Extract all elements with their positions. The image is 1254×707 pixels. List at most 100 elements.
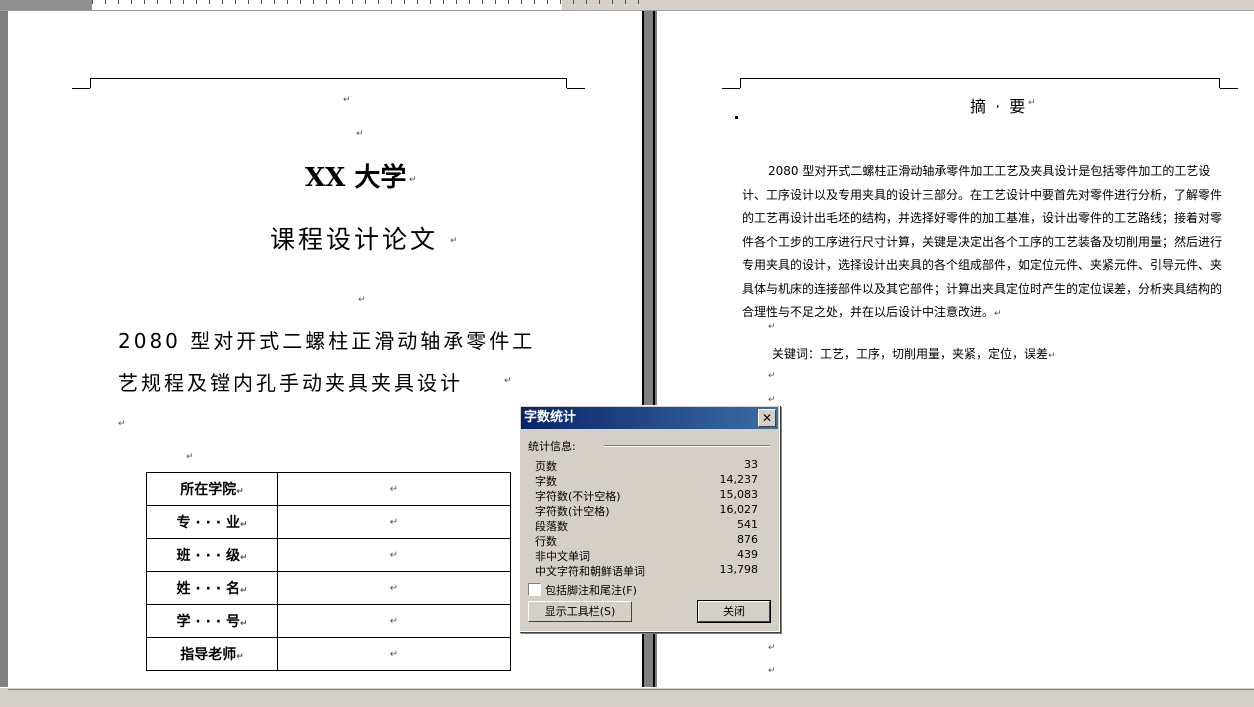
header-line bbox=[567, 88, 585, 89]
ruler-tick bbox=[612, 0, 613, 4]
subject-title-line2: 艺规程及镗内孔手动夹具夹具设计 bbox=[118, 371, 463, 395]
table-cell-label[interactable]: 所在学院↵ bbox=[146, 472, 278, 506]
ruler-tick bbox=[482, 0, 483, 4]
ruler-tick bbox=[157, 0, 158, 4]
ruler-tick bbox=[456, 0, 457, 4]
word-count-dialog: 字数统计 ✕ 统计信息: 页数 33 字数 14,237 字符数(不计空格) 15,0… bbox=[519, 405, 780, 632]
abstract-body[interactable]: 2080 型对开式二螺柱正滑动轴承零件加工工艺及夹具设计是包括零件加工的工艺设计… bbox=[742, 160, 1222, 325]
paragraph-mark: ↵ bbox=[768, 666, 776, 676]
table-cell-value[interactable]: ↵ bbox=[277, 604, 511, 638]
table-row: 专 · · · 业↵ ↵ bbox=[146, 505, 511, 539]
ruler-tick bbox=[352, 0, 353, 4]
scrollbar-track bbox=[8, 689, 1254, 700]
stat-row: 非中文单词 439 bbox=[535, 548, 758, 563]
ruler-tick bbox=[547, 0, 548, 4]
header-rule bbox=[90, 78, 567, 89]
header-line bbox=[1220, 88, 1238, 89]
paragraph-mark: ↵ bbox=[768, 643, 776, 653]
university-name: XX 大学 bbox=[305, 163, 407, 193]
table-cell-label[interactable]: 指导老师↵ bbox=[146, 637, 278, 671]
table-cell-value[interactable]: ↵ bbox=[277, 538, 511, 572]
header-rule bbox=[740, 78, 1220, 89]
paragraph-mark: ↵ bbox=[409, 175, 417, 185]
table-cell-label[interactable]: 姓 · · · 名↵ bbox=[146, 571, 278, 605]
table-cell-label[interactable]: 班 · · · 级↵ bbox=[146, 538, 278, 572]
subject-title-line1: 2080 型对开式二螺柱正滑动轴承零件工 bbox=[118, 329, 536, 353]
table-cell-value[interactable]: ↵ bbox=[277, 472, 511, 506]
ruler-tick bbox=[534, 0, 535, 4]
paragraph-mark: ↵ bbox=[356, 129, 364, 139]
ruler-tick bbox=[326, 0, 327, 4]
paragraph-mark: ↵ bbox=[768, 371, 776, 381]
bullet-mark bbox=[735, 116, 738, 119]
ruler-tick bbox=[625, 0, 626, 4]
ruler-tick bbox=[235, 0, 236, 4]
table-cell-label[interactable]: 专 · · · 业↵ bbox=[146, 505, 278, 539]
ruler-tick bbox=[261, 0, 262, 4]
paragraph-mark: ↵ bbox=[358, 295, 366, 305]
show-toolbar-button[interactable]: 显示工具栏(S) bbox=[528, 601, 632, 622]
ruler-tick bbox=[248, 0, 249, 4]
stat-row: 字数 14,237 bbox=[535, 473, 758, 488]
group-divider bbox=[604, 445, 770, 447]
paragraph-mark: ↵ bbox=[768, 322, 776, 332]
paragraph-mark: ↵ bbox=[450, 236, 458, 246]
horizontal-scrollbar[interactable] bbox=[0, 687, 1254, 707]
paragraph-mark: ↵ bbox=[343, 95, 351, 105]
ruler-tick bbox=[105, 0, 106, 4]
ruler-tick bbox=[196, 0, 197, 4]
ruler-tick bbox=[430, 0, 431, 4]
table-cell-value[interactable]: ↵ bbox=[277, 637, 511, 671]
ruler-tick bbox=[469, 0, 470, 4]
ruler-tick bbox=[209, 0, 210, 4]
ruler-tick bbox=[170, 0, 171, 4]
header-line bbox=[72, 88, 90, 89]
student-info-table: 所在学院↵ ↵ 专 · · · 业↵ ↵ 班 · · · 级↵ ↵ 姓 · · … bbox=[146, 472, 511, 671]
paragraph-mark: ↵ bbox=[1028, 98, 1036, 108]
table-row: 姓 · · · 名↵ ↵ bbox=[146, 571, 511, 605]
close-icon[interactable]: ✕ bbox=[758, 409, 776, 427]
table-cell-value[interactable]: ↵ bbox=[277, 505, 511, 539]
ruler-tick bbox=[508, 0, 509, 4]
ruler-tick bbox=[573, 0, 574, 4]
header-line bbox=[722, 88, 740, 89]
ruler-tick bbox=[222, 0, 223, 4]
ruler-tick bbox=[521, 0, 522, 4]
dialog-titlebar[interactable]: 字数统计 bbox=[521, 407, 778, 429]
ruler-tick bbox=[495, 0, 496, 4]
abstract-title: 摘 · 要 bbox=[970, 97, 1028, 116]
ruler-margin bbox=[0, 0, 92, 10]
horizontal-ruler[interactable] bbox=[0, 0, 1254, 11]
ruler-tick bbox=[339, 0, 340, 4]
paragraph-mark: ↵ bbox=[504, 376, 512, 386]
include-footnotes-label[interactable]: 包括脚注和尾注(F) bbox=[545, 582, 637, 598]
ruler-tick bbox=[131, 0, 132, 4]
ruler-tick bbox=[144, 0, 145, 4]
course-title: 课程设计论文 bbox=[270, 225, 439, 254]
stat-row: 行数 876 bbox=[535, 533, 758, 548]
ruler-tick bbox=[417, 0, 418, 4]
ruler-tick bbox=[404, 0, 405, 4]
ruler-tick bbox=[274, 0, 275, 4]
stat-row: 中文字符和朝鲜语单词 13,798 bbox=[535, 563, 758, 578]
table-row: 指导老师↵ ↵ bbox=[146, 637, 511, 671]
stat-row: 字符数(不计空格) 15,083 bbox=[535, 488, 758, 503]
ruler-tick bbox=[443, 0, 444, 4]
paragraph-mark: ↵ bbox=[118, 419, 126, 429]
ruler-tick bbox=[599, 0, 600, 4]
ruler-tick bbox=[586, 0, 587, 4]
ruler-tick bbox=[560, 0, 561, 4]
table-row: 所在学院↵ ↵ bbox=[146, 472, 511, 506]
close-button[interactable]: 关闭 bbox=[697, 600, 771, 623]
ruler-tick bbox=[300, 0, 301, 4]
dialog-title: 字数统计 bbox=[524, 410, 577, 425]
table-cell-value[interactable]: ↵ bbox=[277, 571, 511, 605]
stats-group-label: 统计信息: bbox=[528, 440, 576, 453]
ruler-tick bbox=[313, 0, 314, 4]
ruler-tick bbox=[391, 0, 392, 4]
paragraph-mark: ↵ bbox=[186, 452, 194, 462]
ruler-text-area bbox=[92, 0, 562, 10]
table-cell-label[interactable]: 学 · · · 号↵ bbox=[146, 604, 278, 638]
stat-row: 页数 33 bbox=[535, 458, 758, 473]
include-footnotes-checkbox[interactable] bbox=[528, 583, 541, 596]
